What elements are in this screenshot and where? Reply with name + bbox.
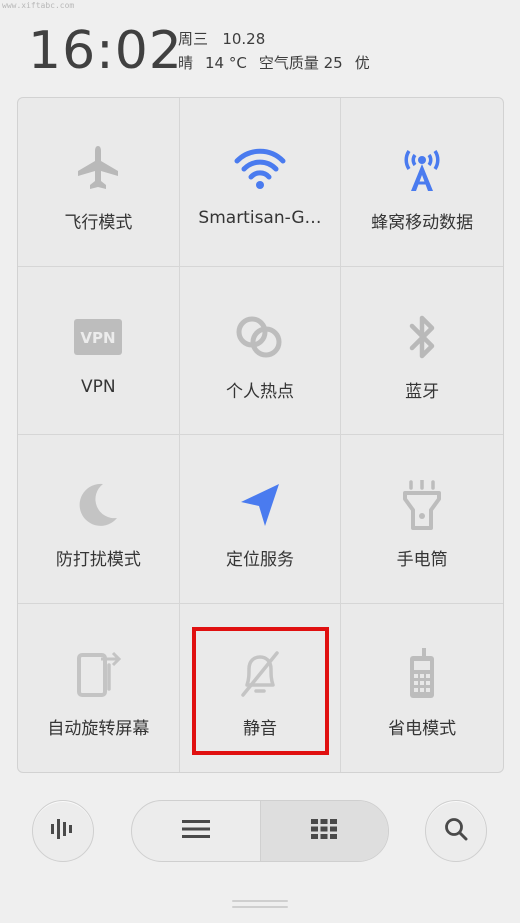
- search-icon: [444, 817, 468, 845]
- temperature: 14 °C: [205, 54, 247, 72]
- tile-hotspot[interactable]: 个人热点: [179, 266, 342, 435]
- search-button[interactable]: [425, 800, 487, 862]
- tile-airplane-mode[interactable]: 飞行模式: [18, 98, 180, 267]
- svg-text:VPN: VPN: [81, 329, 116, 347]
- grid-icon: [311, 819, 338, 843]
- rotate-screen-icon: [70, 646, 126, 702]
- date: 10.28: [222, 30, 266, 48]
- tile-auto-rotate[interactable]: 自动旋转屏幕: [18, 603, 180, 772]
- tile-label: 防打扰模式: [55, 550, 141, 570]
- weather: 晴: [178, 54, 194, 72]
- tile-vpn[interactable]: VPN VPN: [18, 266, 180, 435]
- tile-bluetooth[interactable]: 蓝牙: [341, 267, 503, 435]
- battery-phone-icon: [394, 646, 450, 702]
- bell-off-icon: [232, 646, 288, 702]
- wifi-icon: [232, 140, 288, 196]
- moon-icon: [70, 477, 126, 533]
- grid-view-button[interactable]: [259, 801, 388, 861]
- tile-location-services[interactable]: 定位服务: [179, 435, 342, 604]
- bottom-bar: [0, 798, 520, 868]
- view-toggle: [131, 800, 389, 862]
- tile-label: Smartisan-G…: [198, 208, 322, 228]
- bluetooth-icon: [394, 309, 450, 365]
- tile-label: 省电模式: [388, 718, 457, 739]
- tile-label: 定位服务: [225, 550, 294, 570]
- quick-settings-panel: 飞行模式 Smartisan-G… 蜂窝移动数据 VPN VPN 个人热点 蓝牙…: [17, 97, 504, 773]
- tile-label: 飞行模式: [64, 213, 133, 233]
- weather-line: 晴 14 °C 空气质量 25 优: [178, 52, 382, 73]
- clock: 16:02: [28, 21, 183, 81]
- tile-cellular-data[interactable]: 蜂窝移动数据: [341, 98, 503, 267]
- flashlight-icon: [394, 477, 450, 533]
- tile-label: 个人热点: [225, 381, 294, 402]
- voice-button[interactable]: [32, 800, 94, 862]
- cellular-tower-icon: [394, 140, 450, 196]
- tile-label: 手电筒: [396, 550, 448, 570]
- tile-flashlight[interactable]: 手电筒: [341, 435, 503, 604]
- tile-wifi[interactable]: Smartisan-G…: [179, 98, 342, 267]
- tile-power-saving[interactable]: 省电模式: [341, 604, 503, 773]
- air-level: 优: [354, 54, 370, 72]
- vpn-icon: VPN: [70, 309, 126, 365]
- drag-handle[interactable]: [232, 900, 288, 910]
- tile-label: 静音: [242, 718, 277, 739]
- tile-label: VPN: [81, 376, 116, 397]
- tile-label: 自动旋转屏幕: [47, 718, 150, 739]
- tile-label: 蜂窝移动数据: [371, 213, 474, 233]
- list-view-button[interactable]: [132, 801, 260, 861]
- tile-mute[interactable]: 静音: [180, 603, 342, 772]
- watermark: www.xiftabc.com: [2, 1, 75, 10]
- location-arrow-icon: [232, 477, 288, 533]
- list-icon: [181, 819, 210, 843]
- airplane-icon: [70, 140, 126, 196]
- tile-do-not-disturb[interactable]: 防打扰模式: [18, 435, 180, 604]
- date-line: 周三 10.28: [178, 28, 265, 49]
- tile-label: 蓝牙: [405, 381, 440, 402]
- hotspot-link-icon: [232, 309, 288, 365]
- weekday: 周三: [178, 30, 209, 48]
- air-quality: 空气质量 25: [258, 54, 343, 72]
- status-header: 16:02 周三 10.28 晴 14 °C 空气质量 25 优: [28, 22, 508, 82]
- voice-wave-icon: [50, 817, 76, 845]
